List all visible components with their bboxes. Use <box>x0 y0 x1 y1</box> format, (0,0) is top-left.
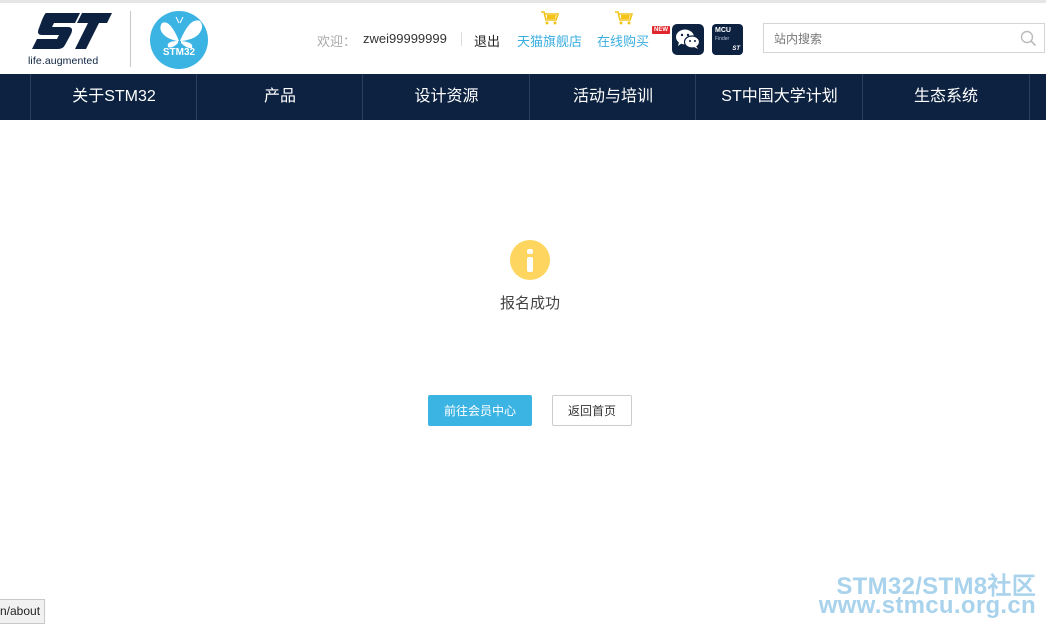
new-badge: NEW <box>652 26 670 34</box>
search-icon[interactable] <box>1020 30 1037 47</box>
st-tagline: life.augmented <box>28 55 99 67</box>
nav-item-about-stm32[interactable]: 关于STM32 <box>30 74 197 120</box>
site-header: life.augmented STM32 欢迎： zwei99999999 退出… <box>0 3 1046 74</box>
search-input[interactable] <box>774 30 1014 48</box>
butterfly-icon <box>160 16 203 49</box>
stm32-logo-text: STM32 <box>162 47 196 58</box>
nav-item-products[interactable]: 产品 <box>196 74 363 120</box>
success-message: 报名成功 <box>499 295 560 312</box>
nav-divider <box>1029 74 1030 120</box>
info-icon <box>510 240 550 280</box>
nav-item-ecosystem[interactable]: 生态系统 <box>862 74 1029 120</box>
welcome-label: 欢迎： <box>317 34 357 49</box>
mcu-finder-subtitle: Finder <box>715 36 730 42</box>
tmall-store-link[interactable]: 天猫旗舰店 <box>517 31 582 50</box>
online-buy-link[interactable]: 在线购买 <box>597 31 649 50</box>
mcu-finder-brand: ST <box>732 46 740 52</box>
status-bar-url: n/about <box>0 599 46 624</box>
header-separator <box>461 32 462 46</box>
st-logo-mark <box>32 13 112 49</box>
search-box <box>763 23 1045 53</box>
nav-item-design-resources[interactable]: 设计资源 <box>362 74 530 120</box>
main-nav: 关于STM32 产品 设计资源 活动与培训 ST中国大学计划 生态系统 <box>0 74 1046 120</box>
watermark-url: www.stmcu.org.cn <box>818 592 1036 619</box>
wechat-button[interactable] <box>672 24 704 55</box>
wechat-icon <box>676 29 701 49</box>
st-logo[interactable]: life.augmented <box>28 11 114 69</box>
shopping-cart-icon <box>615 11 634 25</box>
logo-divider <box>130 11 131 67</box>
username-link[interactable]: zwei99999999 <box>363 31 447 46</box>
logout-link[interactable]: 退出 <box>474 31 500 50</box>
go-to-member-center-button[interactable]: 前往会员中心 <box>428 395 532 426</box>
mcu-finder-title: MCU <box>715 27 731 34</box>
back-to-home-button[interactable]: 返回首页 <box>552 395 632 426</box>
nav-item-events-training[interactable]: 活动与培训 <box>529 74 696 120</box>
stm32-logo[interactable]: STM32 <box>150 11 208 69</box>
nav-item-university-program[interactable]: ST中国大学计划 <box>695 74 863 120</box>
shopping-cart-icon <box>541 11 560 25</box>
mcu-finder-button[interactable]: MCU Finder ST <box>712 24 743 55</box>
